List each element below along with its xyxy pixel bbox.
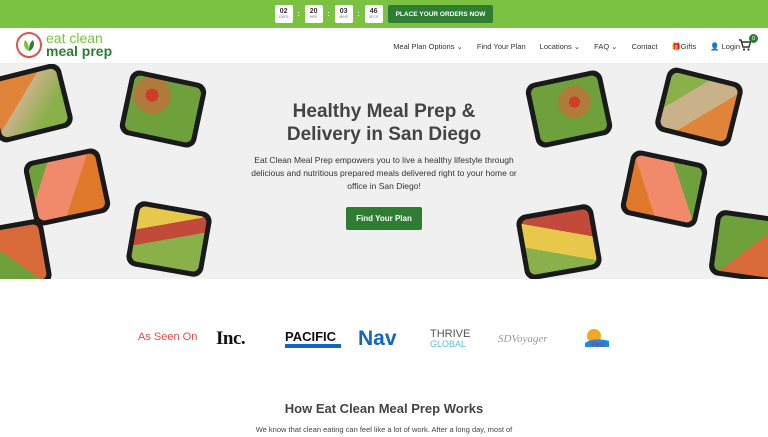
hero-description: Eat Clean Meal Prep empowers you to live… bbox=[251, 155, 517, 191]
promo-bar: 02 DAYS : 20 HRS : 03 MINS : 46 SECS PLA… bbox=[0, 0, 768, 28]
countdown-hours-value: 20 bbox=[309, 8, 318, 16]
meal-tray-image bbox=[21, 146, 113, 228]
meal-tray-image bbox=[653, 65, 745, 149]
nav-logo: Nav bbox=[358, 327, 397, 350]
meal-tray-image bbox=[707, 208, 768, 279]
nav-locations[interactable]: Locations ⌄ bbox=[540, 42, 581, 51]
chevron-down-icon: ⌄ bbox=[456, 41, 463, 51]
chevron-down-icon: ⌄ bbox=[573, 41, 581, 51]
nav-login[interactable]: 👤 Login bbox=[710, 42, 740, 51]
meal-tray-image bbox=[514, 202, 604, 279]
thrive-logo-line-2: GLOBAL bbox=[430, 339, 467, 349]
site-logo[interactable]: eat clean meal prep bbox=[16, 31, 113, 59]
hero-content: Healthy Meal Prep & Delivery in San Dieg… bbox=[250, 100, 518, 230]
countdown-minutes: 03 MINS bbox=[334, 5, 353, 23]
countdown-minutes-unit: MINS bbox=[339, 15, 348, 20]
nav-meal-plan-options[interactable]: Meal Plan Options ⌄ bbox=[393, 42, 463, 51]
countdown-days: 02 DAYS bbox=[274, 5, 293, 23]
pacific-logo-text: PACIFIC bbox=[285, 328, 337, 344]
as-seen-on-section: As Seen On Inc. PACIFIC Nav THRIVE GLOBA… bbox=[0, 318, 768, 358]
user-icon: 👤 bbox=[710, 41, 720, 51]
countdown-days-unit: DAYS bbox=[278, 15, 289, 20]
nav-meal-plan-label: Meal Plan Options bbox=[393, 41, 455, 51]
nav-gifts[interactable]: 🎁Gifts bbox=[671, 42, 696, 51]
hero-title: Healthy Meal Prep & Delivery in San Dieg… bbox=[250, 100, 518, 146]
countdown-seconds: 46 SECS bbox=[364, 5, 383, 23]
nav-faq-label: FAQ bbox=[594, 41, 610, 51]
san-diego-logo-text: Diego bbox=[592, 342, 605, 348]
nav-gifts-label: Gifts bbox=[680, 41, 697, 51]
how-it-works-title: How Eat Clean Meal Prep Works bbox=[284, 401, 484, 416]
countdown-hours: 20 HRS bbox=[304, 5, 323, 23]
how-it-works-intro: We know that clean eating can feel like … bbox=[255, 425, 513, 434]
thrive-logo-line-1: THRIVE bbox=[430, 328, 471, 340]
gift-icon: 🎁 bbox=[671, 41, 681, 51]
main-nav: Meal Plan Options ⌄ Find Your Plan Locat… bbox=[393, 28, 740, 64]
pacific-logo-bar bbox=[285, 343, 341, 348]
cart-button[interactable]: 0 bbox=[738, 34, 758, 52]
nav-locations-label: Locations bbox=[539, 41, 572, 51]
logo-line-2: meal prep bbox=[46, 43, 113, 59]
hero-title-line-1: Healthy Meal Prep & bbox=[292, 101, 476, 122]
countdown-seconds-unit: SECS bbox=[368, 15, 379, 20]
san-diego-logo: Diego bbox=[582, 326, 612, 352]
logo-wordmark: eat clean meal prep bbox=[46, 31, 113, 59]
find-your-plan-button[interactable]: Find Your Plan bbox=[346, 207, 422, 230]
as-seen-on-label: As Seen On bbox=[138, 331, 198, 343]
meal-tray-image bbox=[523, 68, 615, 150]
meal-tray-image bbox=[117, 68, 209, 150]
inc-logo: Inc. bbox=[216, 328, 246, 349]
countdown-hours-unit: HRS bbox=[309, 15, 318, 20]
countdown-minutes-value: 03 bbox=[339, 8, 348, 16]
countdown-days-value: 02 bbox=[279, 8, 288, 16]
thrive-global-logo: THRIVE GLOBAL bbox=[430, 326, 470, 352]
sdvoyager-logo: SDVoyager bbox=[498, 333, 548, 345]
hero-title-line-2: Delivery in San Diego bbox=[286, 124, 482, 145]
meal-tray-image bbox=[0, 217, 54, 279]
meal-tray-image bbox=[124, 199, 214, 279]
pacific-logo: PACIFIC bbox=[285, 326, 341, 352]
countdown-separator: : bbox=[297, 10, 300, 18]
countdown-seconds-value: 46 bbox=[369, 8, 378, 16]
site-header: eat clean meal prep Meal Plan Options ⌄ … bbox=[0, 28, 768, 64]
meal-tray-image bbox=[0, 64, 75, 145]
countdown-separator: : bbox=[357, 10, 360, 18]
leaf-logo-icon bbox=[16, 32, 42, 58]
countdown-separator: : bbox=[327, 10, 330, 18]
hero-banner: Healthy Meal Prep & Delivery in San Dieg… bbox=[0, 64, 768, 279]
nav-contact[interactable]: Contact bbox=[632, 42, 658, 51]
chevron-down-icon: ⌄ bbox=[611, 41, 618, 51]
nav-find-your-plan[interactable]: Find Your Plan bbox=[477, 42, 526, 51]
nav-faq[interactable]: FAQ ⌄ bbox=[594, 42, 617, 51]
cart-count-badge: 0 bbox=[749, 34, 758, 43]
place-orders-button[interactable]: PLACE YOUR ORDERS NOW bbox=[387, 5, 494, 23]
meal-tray-image bbox=[618, 148, 710, 230]
